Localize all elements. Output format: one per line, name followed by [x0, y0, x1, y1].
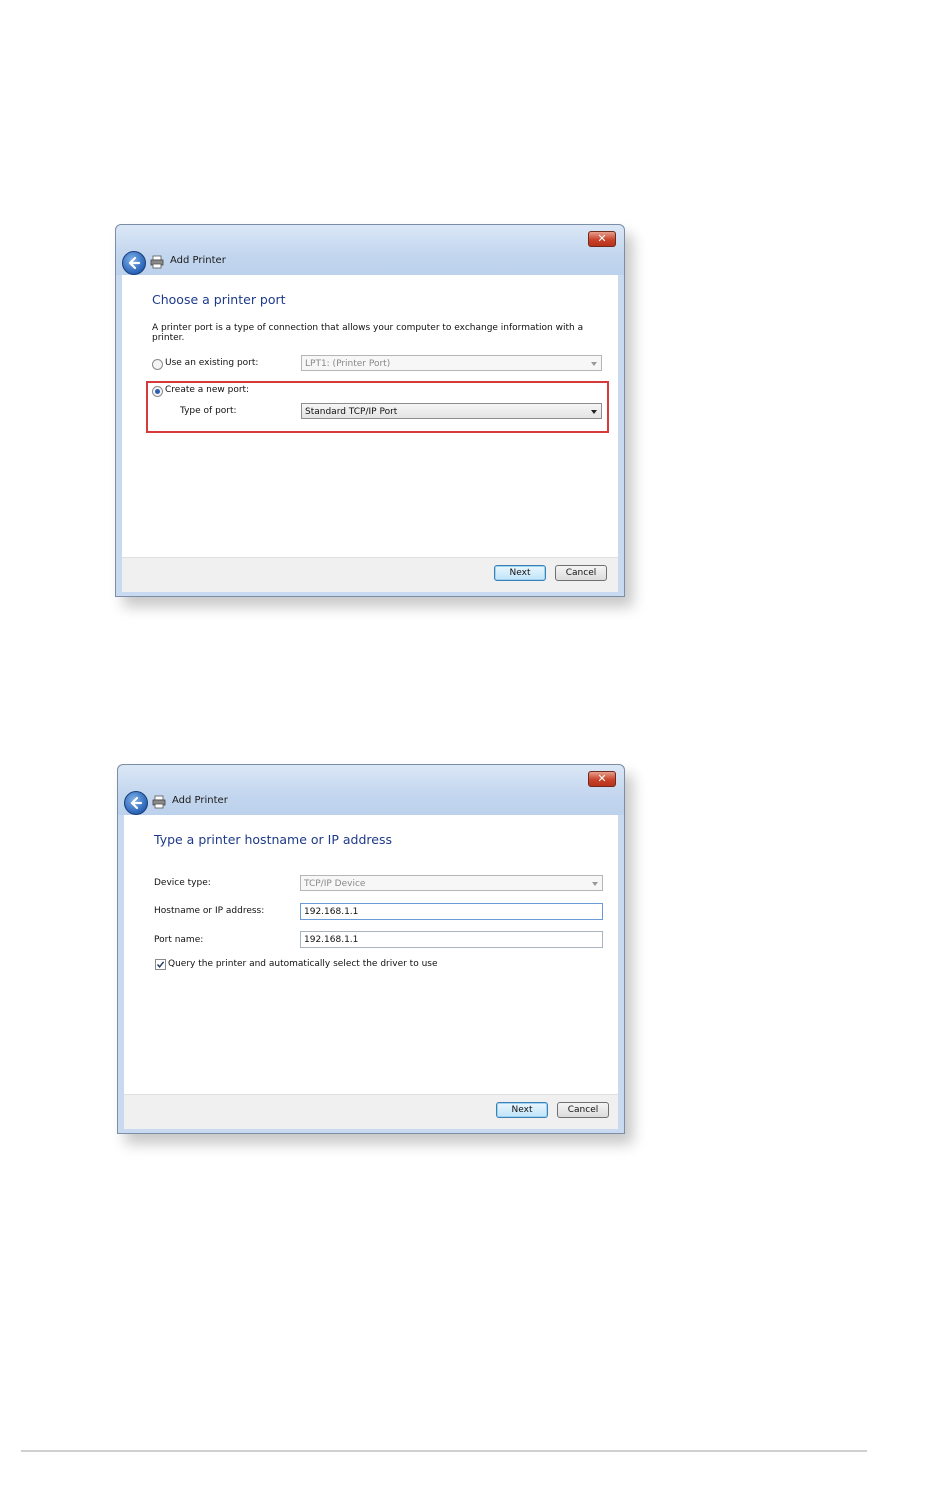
close-button[interactable]: ✕	[588, 231, 616, 247]
page-heading: Type a printer hostname or IP address	[154, 832, 392, 847]
dialog-footer: Next Cancel	[122, 557, 618, 592]
page-description: A printer port is a type of connection t…	[152, 323, 584, 343]
dialog-content: Type a printer hostname or IP address De…	[124, 815, 618, 1095]
query-printer-label: Query the printer and automatically sele…	[168, 959, 438, 969]
title-bar: ✕ Add Printer	[116, 225, 624, 275]
window-title: Add Printer	[172, 795, 228, 806]
existing-port-value: LPT1: (Printer Port)	[305, 359, 391, 369]
dialog-content: Choose a printer port A printer port is …	[122, 275, 618, 558]
existing-port-label: Use an existing port:	[165, 358, 259, 368]
close-button[interactable]: ✕	[588, 771, 616, 787]
back-arrow-icon	[130, 796, 143, 810]
next-button[interactable]: Next	[496, 1102, 548, 1118]
create-new-port-label: Create a new port:	[165, 385, 250, 395]
chevron-down-icon	[591, 410, 597, 414]
checkmark-icon	[156, 961, 165, 968]
window-title: Add Printer	[170, 255, 226, 266]
back-button[interactable]	[124, 791, 148, 815]
back-button[interactable]	[122, 251, 146, 275]
chevron-down-icon	[591, 362, 597, 366]
next-button[interactable]: Next	[494, 565, 546, 581]
add-printer-dialog-hostname: ✕ Add Printer Type a printer hostname or…	[117, 764, 625, 1134]
type-of-port-label: Type of port:	[180, 406, 237, 416]
existing-port-radio[interactable]	[152, 359, 163, 370]
existing-port-select[interactable]: LPT1: (Printer Port)	[301, 355, 602, 371]
printer-icon	[152, 795, 166, 809]
port-name-input[interactable]: 192.168.1.1	[300, 931, 603, 948]
printer-icon	[150, 255, 164, 269]
type-of-port-value: Standard TCP/IP Port	[305, 407, 398, 417]
back-arrow-icon	[128, 256, 141, 270]
query-printer-checkbox[interactable]	[155, 959, 166, 970]
device-type-value: TCP/IP Device	[304, 879, 366, 889]
add-printer-dialog-port: ✕ Add Printer Choose a printer port A pr…	[115, 224, 625, 597]
type-of-port-select[interactable]: Standard TCP/IP Port	[301, 403, 602, 419]
port-name-label: Port name:	[154, 935, 204, 945]
cancel-button[interactable]: Cancel	[555, 565, 607, 581]
hostname-label: Hostname or IP address:	[154, 906, 265, 916]
hostname-input[interactable]: 192.168.1.1	[300, 903, 603, 920]
chevron-down-icon	[592, 882, 598, 886]
create-new-port-radio[interactable]	[152, 386, 163, 397]
title-bar: ✕ Add Printer	[118, 765, 624, 815]
device-type-select[interactable]: TCP/IP Device	[300, 875, 603, 891]
dialog-footer: Next Cancel	[124, 1094, 618, 1129]
cancel-button[interactable]: Cancel	[557, 1102, 609, 1118]
page-divider	[21, 1450, 867, 1452]
page-heading: Choose a printer port	[152, 292, 286, 307]
device-type-label: Device type:	[154, 878, 211, 888]
